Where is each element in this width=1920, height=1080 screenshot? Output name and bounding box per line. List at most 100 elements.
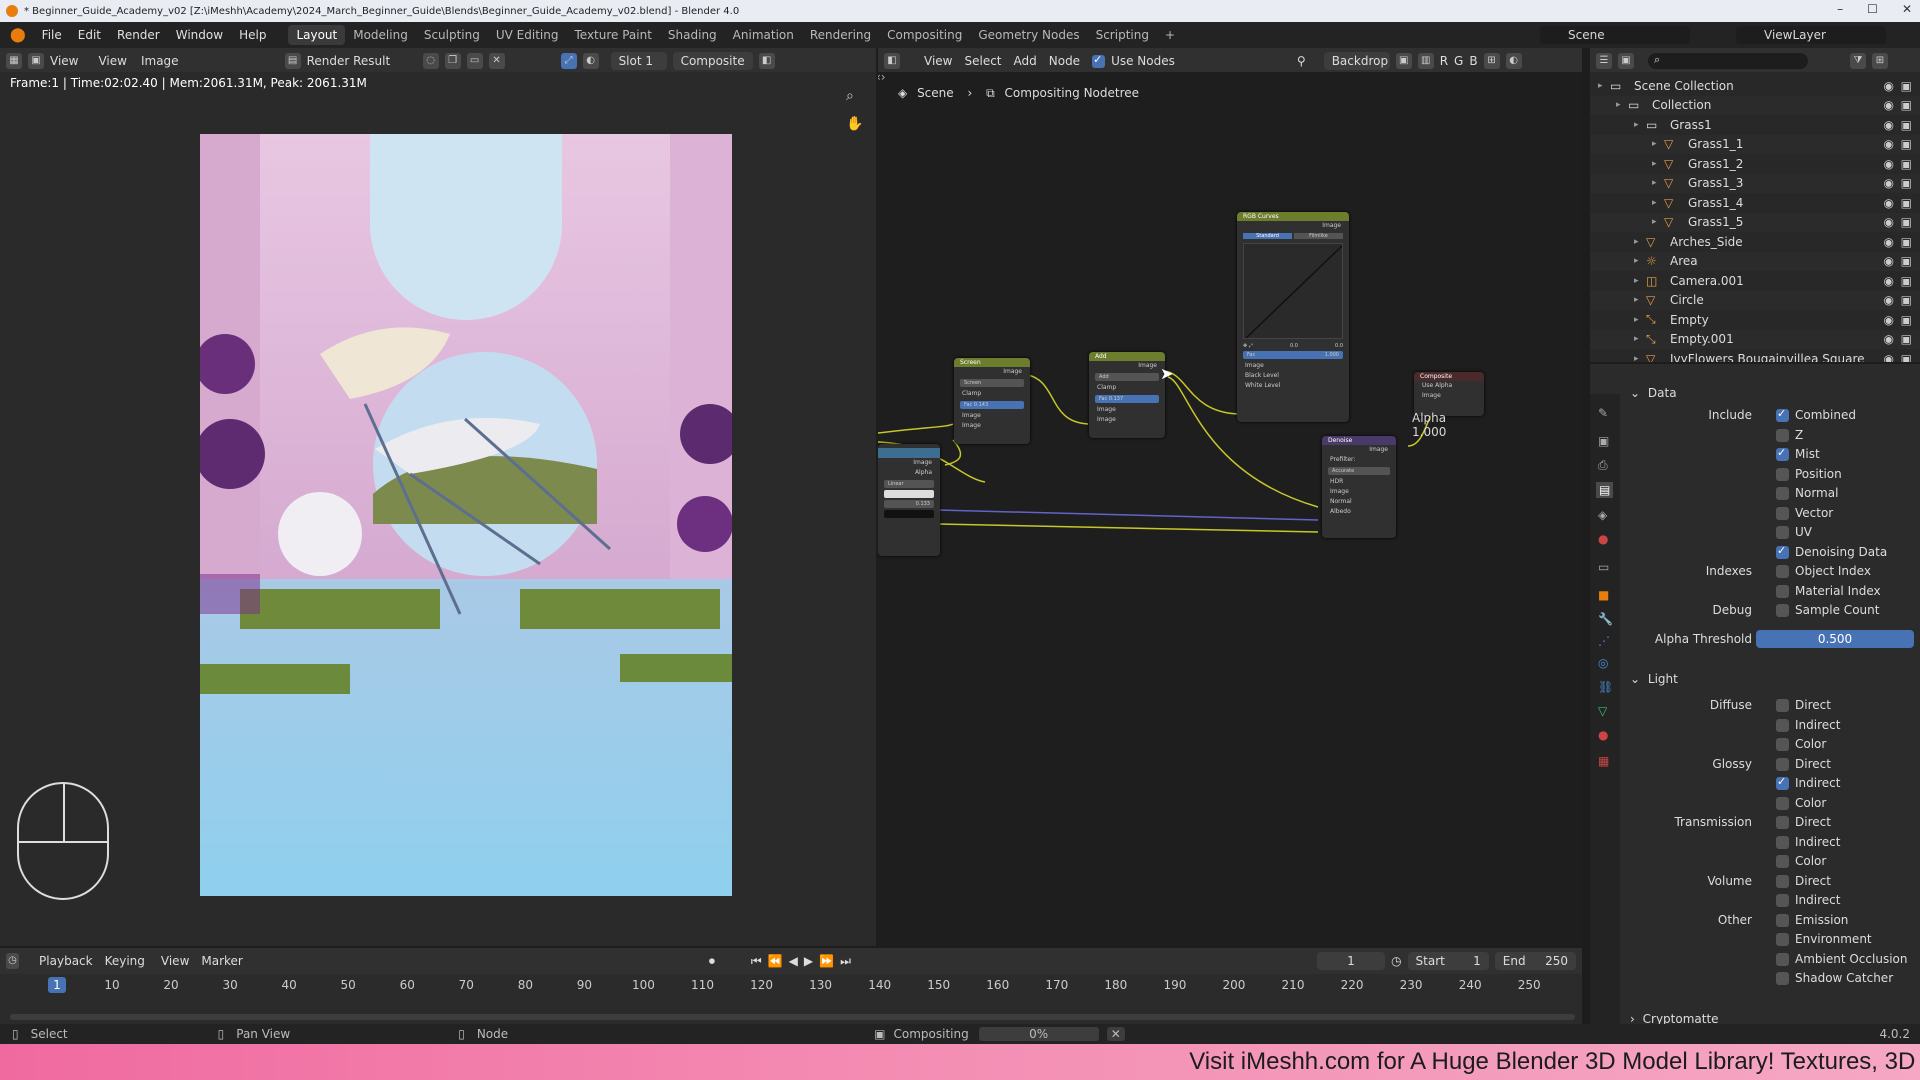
- render-camera-icon[interactable]: ▣: [1901, 118, 1912, 132]
- pass-toggle[interactable]: Environment: [1776, 932, 1872, 946]
- outliner-row[interactable]: ▸ ☼ Area ◉ ▣: [1590, 251, 1920, 271]
- visibility-eye-icon[interactable]: ◉: [1884, 176, 1894, 190]
- close-icon[interactable]: ✕: [488, 53, 505, 69]
- render-camera-icon[interactable]: ▣: [1901, 293, 1912, 307]
- pass-checkbox[interactable]: [1776, 952, 1789, 966]
- outliner-row[interactable]: ▸ ▽ IvyFlowers Bougainvillea Square ◉ ▣: [1590, 349, 1920, 362]
- modifier-tab-icon[interactable]: 🔧: [1598, 612, 1613, 626]
- pass-toggle[interactable]: Indirect: [1776, 835, 1840, 849]
- constraints-tab-icon[interactable]: ⛓: [1598, 680, 1613, 694]
- node-use-alpha[interactable]: Use Alpha: [1414, 381, 1484, 391]
- pass-checkbox[interactable]: [1776, 816, 1789, 829]
- pass-checkbox[interactable]: [1776, 506, 1789, 520]
- pass-checkbox[interactable]: [1776, 407, 1789, 422]
- pass-checkbox[interactable]: [1776, 894, 1789, 907]
- expand-arrow-icon[interactable]: ▸: [1634, 237, 1646, 247]
- physics-tab-icon[interactable]: ◎: [1598, 656, 1608, 670]
- visibility-eye-icon[interactable]: ◉: [1884, 332, 1894, 346]
- node-editor[interactable]: ◈ Scene › ⧉ Compositing Nodetree ‹› Imag…: [878, 72, 1582, 946]
- pass-toggle[interactable]: Vector: [1776, 506, 1833, 520]
- outliner-row[interactable]: ▸ ▭ Collection ◉ ▣: [1590, 95, 1920, 115]
- pass-checkbox[interactable]: [1776, 855, 1789, 868]
- display-mode-icon[interactable]: ▣: [1618, 53, 1634, 69]
- render-camera-icon[interactable]: ▣: [1901, 176, 1912, 190]
- menu-keying[interactable]: Keying: [105, 954, 145, 968]
- stopwatch-icon[interactable]: ◷: [1391, 954, 1401, 968]
- new-collection-icon[interactable]: ⊞: [1872, 53, 1888, 69]
- expand-arrow-icon[interactable]: ▸: [1652, 159, 1664, 169]
- pass-checkbox[interactable]: [1776, 796, 1789, 810]
- render-camera-icon[interactable]: ▣: [1901, 79, 1912, 93]
- render-camera-icon[interactable]: ▣: [1901, 352, 1912, 362]
- material-tab-icon[interactable]: ●: [1598, 728, 1608, 742]
- view-layer-tab-icon[interactable]: ▤: [1596, 482, 1614, 498]
- expand-arrow-icon[interactable]: ▸: [1616, 100, 1628, 110]
- visibility-eye-icon[interactable]: ◉: [1884, 79, 1894, 93]
- node-clamp[interactable]: Clamp: [1089, 383, 1165, 393]
- outliner-row[interactable]: ▸ ▽ Arches_Side ◉ ▣: [1590, 232, 1920, 252]
- visibility-eye-icon[interactable]: ◉: [1884, 137, 1894, 151]
- expand-arrow-icon[interactable]: ▸: [1634, 334, 1646, 344]
- duplicate-icon[interactable]: ❐: [444, 53, 461, 69]
- outliner-row[interactable]: ▸ ▽ Circle ◉ ▣: [1590, 290, 1920, 310]
- render-camera-icon[interactable]: ▣: [1901, 235, 1912, 249]
- pass-toggle[interactable]: Color: [1776, 737, 1826, 751]
- pass-toggle[interactable]: Direct: [1776, 757, 1831, 771]
- outliner-row[interactable]: ▸ ▭ Grass1 ◉ ▣: [1590, 115, 1920, 135]
- texture-tab-icon[interactable]: ▦: [1598, 754, 1609, 768]
- render-camera-icon[interactable]: ▣: [1901, 196, 1912, 210]
- play-button[interactable]: ▶: [804, 954, 813, 968]
- expand-arrow-icon[interactable]: ▸: [1634, 315, 1646, 325]
- visibility-eye-icon[interactable]: ◉: [1884, 215, 1894, 229]
- prev-key-button[interactable]: ⏪: [768, 954, 783, 968]
- curves-tab-filmlike[interactable]: Filmlike: [1294, 233, 1343, 239]
- jump-end-button[interactable]: ⏭: [840, 954, 851, 969]
- zoom-icon[interactable]: ⌕: [846, 88, 854, 104]
- pass-checkbox[interactable]: [1776, 565, 1789, 578]
- tab-layout[interactable]: Layout: [288, 25, 346, 45]
- visibility-eye-icon[interactable]: ◉: [1884, 98, 1894, 112]
- blender-menu-icon[interactable]: ⬤: [10, 27, 26, 43]
- outliner[interactable]: ▸ ▭ Scene Collection ◉ ▣ ▸ ▭ Collection ◉ ▣ ▸ ▭ Gras…: [1590, 72, 1920, 362]
- visibility-eye-icon[interactable]: ◉: [1884, 254, 1894, 268]
- pass-toggle[interactable]: Material Index: [1776, 584, 1881, 598]
- editor-type-icon[interactable]: ☰: [1596, 53, 1612, 69]
- properties-editor[interactable]: ✎ ▣ ⎙ ▤ ◈ ● ▭ ■ 🔧 ⋰ ◎ ⛓ ▽ ● ▦ ⌄ Data Inc…: [1590, 364, 1920, 1024]
- overlay-icon[interactable]: ◐: [582, 53, 599, 69]
- current-frame-field[interactable]: 1: [1316, 952, 1386, 970]
- outliner-row[interactable]: ▸ ▭ Scene Collection ◉ ▣: [1590, 76, 1920, 96]
- scene-selector[interactable]: Scene: [1540, 26, 1690, 44]
- alpha-threshold-slider[interactable]: 0.500: [1756, 630, 1914, 648]
- pass-toggle[interactable]: Direct: [1776, 874, 1831, 888]
- expand-arrow-icon[interactable]: ▸: [1634, 354, 1646, 362]
- expand-arrow-icon[interactable]: ▸: [1652, 217, 1664, 227]
- pass-checkbox[interactable]: [1776, 738, 1789, 751]
- next-key-button[interactable]: ⏩: [819, 954, 834, 968]
- slot-selector[interactable]: Slot 1: [610, 52, 667, 70]
- timeline[interactable]: ◷ Playback Keying View Marker ⏺ ⏮ ⏪ ◀ ▶ …: [0, 948, 1582, 1032]
- view-layer-selector[interactable]: ViewLayer: [1736, 26, 1886, 44]
- pass-toggle[interactable]: Color: [1776, 854, 1826, 868]
- tab-rendering[interactable]: Rendering: [802, 25, 879, 45]
- outliner-row[interactable]: ▸ ⤡ Empty ◉ ▣: [1590, 310, 1920, 330]
- pass-checkbox[interactable]: [1776, 467, 1789, 481]
- outliner-row[interactable]: ▸ ▽ Grass1_2 ◉ ▣: [1590, 154, 1920, 174]
- section-data-header[interactable]: ⌄ Data: [1630, 386, 1677, 400]
- curves-graph[interactable]: [1243, 243, 1343, 339]
- visibility-eye-icon[interactable]: ◉: [1884, 118, 1894, 132]
- snap-icon[interactable]: ⊞: [1483, 53, 1500, 69]
- visibility-eye-icon[interactable]: ◉: [1884, 352, 1894, 362]
- outliner-row[interactable]: ▸ ▽ Grass1_4 ◉ ▣: [1590, 193, 1920, 213]
- visibility-eye-icon[interactable]: ◉: [1884, 235, 1894, 249]
- data-tab-icon[interactable]: ▽: [1598, 704, 1607, 718]
- menu-image[interactable]: Image: [141, 54, 179, 68]
- pass-checkbox[interactable]: [1776, 874, 1789, 888]
- start-frame-field[interactable]: Start 1: [1407, 952, 1489, 970]
- tab-modeling[interactable]: Modeling: [345, 25, 416, 45]
- shield-icon[interactable]: ◌: [422, 53, 439, 69]
- curves-tools-icon[interactable]: ✥ ⤢: [1243, 343, 1253, 349]
- composite-node[interactable]: Composite Use Alpha Image: [1414, 372, 1484, 416]
- node-blend-mode[interactable]: Screen: [960, 379, 1024, 387]
- outliner-row[interactable]: ▸ ▽ Grass1_1 ◉ ▣: [1590, 134, 1920, 154]
- maximize-button[interactable]: ☐: [1867, 2, 1878, 16]
